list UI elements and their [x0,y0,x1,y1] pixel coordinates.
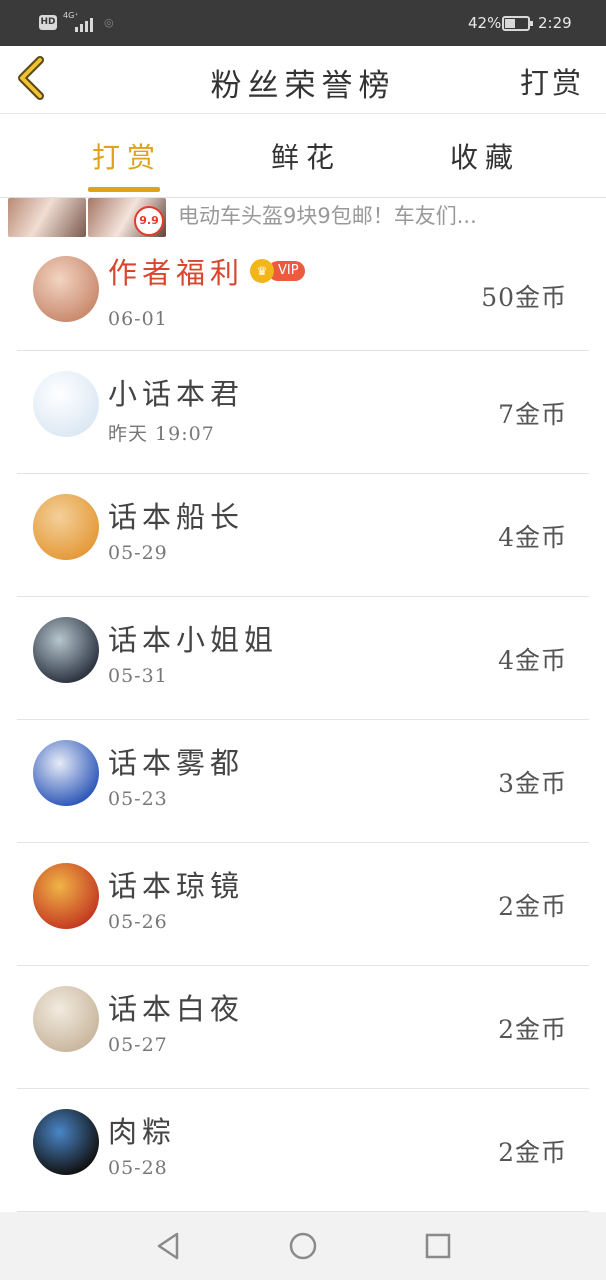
list-item[interactable]: 话本白夜 05-27 2金币 [17,966,589,1089]
list-item[interactable]: 作者福利 ♛ VIP 06-01 50金币 [17,238,589,351]
reward-action-button[interactable]: 打赏 [520,60,584,102]
nav-recent-icon[interactable] [422,1230,454,1262]
list-item[interactable]: 肉粽 05-28 2金币 [17,1089,589,1212]
coin-amount: 7金币 [498,400,567,429]
coin-amount: 3金币 [498,769,567,798]
avatar [33,617,99,683]
page-title: 粉丝荣誉榜 [210,68,396,104]
battery-percent: 42% [468,14,502,32]
reward-date: 05-23 [108,788,168,810]
avatar [33,494,99,560]
reward-date: 05-31 [108,665,168,687]
signal-icon [75,14,97,32]
reward-date: 05-29 [108,542,168,564]
tab-bar: 打赏 鲜花 收藏 [0,114,606,198]
tab-favorites[interactable]: 收藏 [450,136,520,176]
user-name: 肉粽 [108,1115,177,1149]
user-name: 作者福利 [108,256,245,290]
list-item[interactable]: 话本船长 05-29 4金币 [17,474,589,597]
coin-amount: 4金币 [498,646,567,675]
user-name: 话本小姐姐 [108,623,279,657]
list-item[interactable]: 话本琼镜 05-26 2金币 [17,843,589,966]
active-tab-indicator [88,187,160,192]
ad-price-tag: 9.9 [134,206,164,236]
tab-flowers[interactable]: 鲜花 [271,136,341,176]
avatar [33,986,99,1052]
nav-home-icon[interactable] [287,1230,319,1262]
coin-amount: 2金币 [498,1015,567,1044]
reward-date: 05-27 [108,1034,168,1056]
system-nav-bar [0,1212,606,1280]
nav-back-icon[interactable] [153,1230,185,1262]
list-item[interactable]: 小话本君 昨天 19:07 7金币 [17,351,589,474]
coin-amount: 4金币 [498,523,567,552]
user-name: 话本船长 [108,500,245,534]
reward-date: 06-01 [108,308,168,330]
crown-icon: ♛ [250,259,274,283]
app-header: 粉丝荣誉榜 打赏 [0,46,606,114]
ad-image [8,198,86,237]
battery-icon [502,16,533,31]
user-name: 话本雾都 [108,746,245,780]
user-name: 小话本君 [108,377,245,411]
avatar [33,740,99,806]
list-item[interactable]: 话本小姐姐 05-31 4金币 [17,597,589,720]
status-bar: HD 4G⁺ ◎ 42% 2:29 [0,0,606,46]
coin-amount: 50金币 [481,283,567,312]
avatar [33,1109,99,1175]
reward-date: 05-28 [108,1157,168,1179]
coin-amount: 2金币 [498,892,567,921]
ad-text: 电动车头盔9块9包邮！车友们... [178,204,477,228]
user-name: 话本琼镜 [108,869,245,903]
avatar [33,256,99,322]
hd-icon: HD [39,15,57,30]
reward-date: 05-26 [108,911,168,933]
tab-reward[interactable]: 打赏 [92,136,162,176]
avatar [33,863,99,929]
reward-list: 作者福利 ♛ VIP 06-01 50金币 小话本君 昨天 19:07 7金币 … [0,238,606,1212]
ad-banner[interactable]: 9.9 电动车头盔9块9包邮！车友们... [0,198,606,238]
clock: 2:29 [538,14,572,32]
nfc-icon: ◎ [104,16,114,29]
user-name: 话本白夜 [108,992,245,1026]
vip-badge: ♛ VIP [250,258,305,284]
ad-image: 9.9 [88,198,166,237]
avatar [33,371,99,437]
reward-date: 昨天 19:07 [108,423,215,445]
coin-amount: 2金币 [498,1138,567,1167]
list-item[interactable]: 话本雾都 05-23 3金币 [17,720,589,843]
